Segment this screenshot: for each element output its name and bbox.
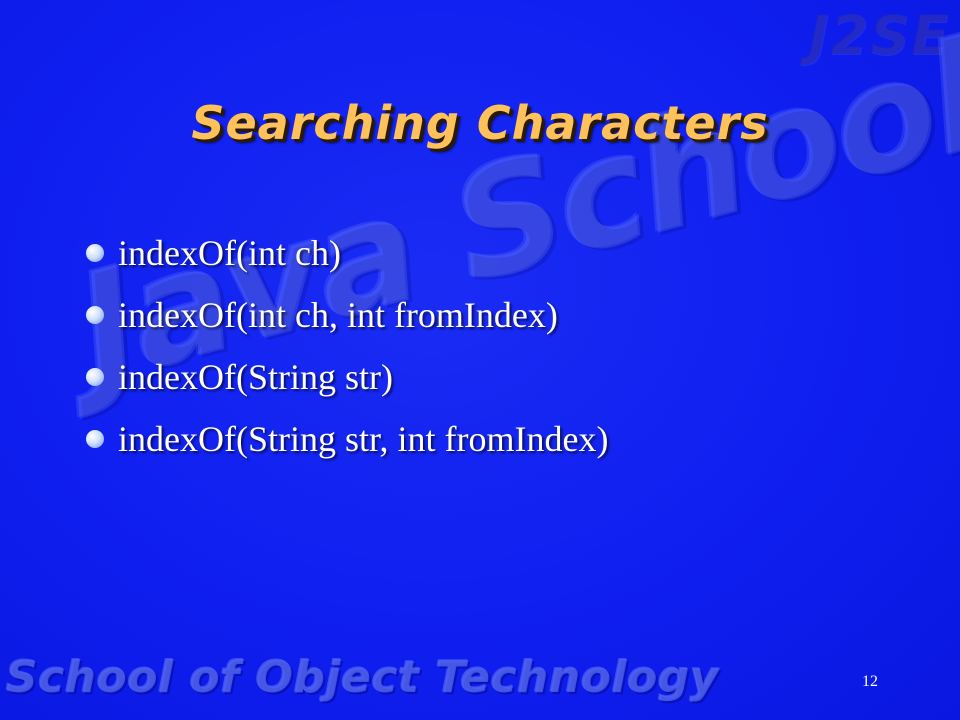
bullet-dot-icon [86, 368, 104, 386]
bullet-item: indexOf(int ch) [86, 222, 608, 284]
bullet-text: indexOf(int ch) [118, 233, 341, 273]
bullet-dot-icon [86, 430, 104, 448]
bullet-item: indexOf(String str, int fromIndex) [86, 408, 608, 470]
bullet-item: indexOf(String str) [86, 346, 608, 408]
bullet-dot-icon [86, 244, 104, 262]
page-number: 12 [862, 673, 878, 690]
bullet-text: indexOf(String str) [118, 357, 393, 397]
bullet-list: indexOf(int ch) indexOf(int ch, int from… [86, 222, 608, 470]
bullet-dot-icon [86, 306, 104, 324]
bullet-item: indexOf(int ch, int fromIndex) [86, 284, 608, 346]
slide-title: Searching Characters [191, 96, 769, 150]
school-of-object-technology-watermark: School of Object Technology [6, 652, 720, 703]
bullet-text: indexOf(String str, int fromIndex) [118, 419, 609, 459]
bullet-text: indexOf(int ch, int fromIndex) [118, 295, 558, 335]
slide: J2SE Java School School of Object Techno… [0, 0, 960, 720]
j2se-watermark: J2SE [808, 4, 950, 67]
